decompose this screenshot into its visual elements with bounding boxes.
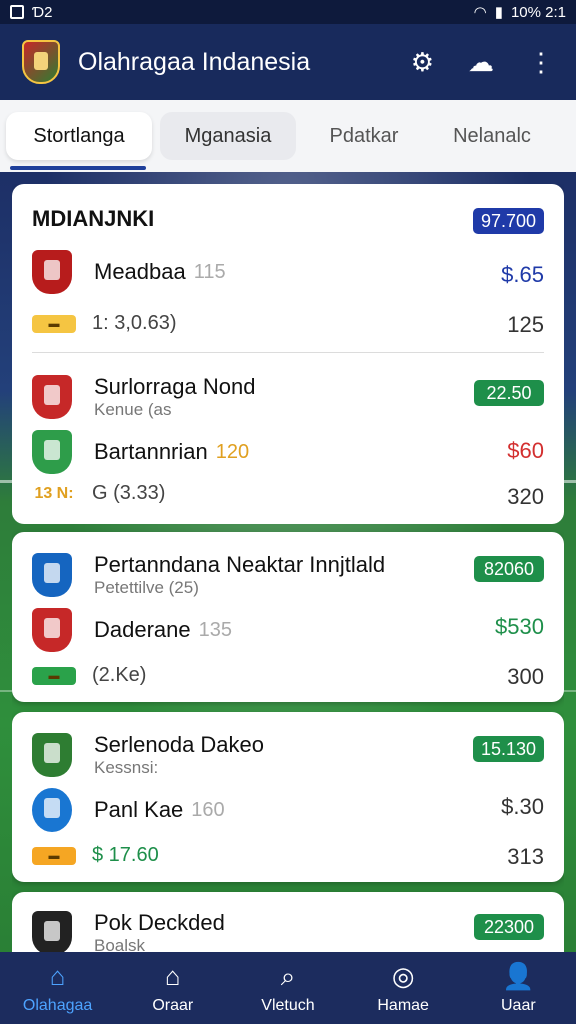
- tab-pdatkar[interactable]: Pdatkar: [304, 112, 424, 160]
- meta-value: 300: [507, 664, 544, 689]
- app-logo: [22, 40, 60, 84]
- team-name: Surlorraga Nond: [94, 374, 256, 399]
- match-minute: 160: [191, 798, 225, 821]
- team-crest-icon: [32, 788, 72, 832]
- team-name: Pertanndana Neaktar Innjtlald: [94, 552, 386, 577]
- search-icon: ⌕: [280, 961, 296, 991]
- battery-icon: ▮: [494, 4, 503, 21]
- odds-badge: 15.130: [472, 736, 544, 762]
- odds-badge: 22.50: [474, 380, 544, 406]
- match-minute: 120: [215, 440, 250, 463]
- team-crest-icon: [32, 911, 72, 954]
- more-icon[interactable]: ⋮: [528, 49, 554, 75]
- nav-olahagaa[interactable]: ⌂ Olahagaa: [8, 961, 108, 1015]
- match-card[interactable]: Pok Deckded Boalsk 22300: [12, 892, 564, 954]
- match-card[interactable]: Pertanndana Neaktar Innjtlald Petettilve…: [12, 532, 564, 702]
- match-minute: 135: [198, 618, 233, 641]
- app-bar: Olahragaa Indanesia ⚙ ☁ ⋮: [0, 24, 576, 100]
- match-meta: G (3.33): [92, 482, 166, 504]
- team-name: Meadbaa: [94, 259, 186, 284]
- nav-label: Vletuch: [261, 997, 315, 1014]
- notification-icon: [10, 5, 24, 19]
- match-meta: (2.Ke): [92, 664, 147, 686]
- nav-label: Oraar: [152, 997, 194, 1014]
- meta-value: 320: [507, 484, 544, 509]
- status-bar: Ɗ2 ◠ ▮ 10% 2:1: [0, 0, 576, 24]
- match-minute: 115: [193, 260, 226, 283]
- team-subtitle: Petettilve (25): [94, 578, 199, 597]
- nav-oraar[interactable]: ⌂ Oraar: [123, 961, 223, 1015]
- nav-label: Olahagaa: [22, 997, 93, 1014]
- team-name: Panl Kae: [94, 797, 184, 822]
- target-icon: ◎: [391, 961, 415, 991]
- odds-value: $.65: [501, 262, 544, 287]
- team-name: Bartannrian: [94, 439, 208, 464]
- match-list: MDIANJNKI 97.700 Meadbaa 115 $.65 ▬ 1: 3…: [12, 184, 564, 954]
- wifi-icon: ◠: [473, 4, 487, 21]
- odds-value: $60: [507, 438, 544, 463]
- league-tag: 13 N:: [34, 484, 74, 502]
- match-card[interactable]: Serlenoda Dakeo Kessnsi: 15.130 Panl Kae…: [12, 712, 564, 882]
- divider: [32, 352, 544, 353]
- home-icon: ⌂: [49, 961, 66, 991]
- active-tab-indicator: [10, 166, 146, 170]
- team-name: Daderane: [94, 617, 191, 642]
- cloud-upload-icon[interactable]: ☁: [468, 49, 494, 75]
- team-crest-icon: [32, 733, 72, 777]
- nav-hamae[interactable]: ◎ Hamae: [353, 961, 453, 1015]
- odds-badge: 97.700: [472, 208, 544, 234]
- match-meta: 1: 3,0.63): [92, 312, 177, 334]
- team-crest-icon: [32, 430, 72, 474]
- team-name: Serlenoda Dakeo: [94, 732, 265, 757]
- team-crest-icon: [32, 250, 72, 294]
- league-tag: ▬: [32, 314, 76, 333]
- league-title: MDIANJNKI: [32, 206, 155, 231]
- odds-badge: 22300: [474, 914, 544, 940]
- status-left-text: Ɗ2: [32, 3, 53, 21]
- odds-value: $530: [495, 614, 544, 639]
- nav-uaar[interactable]: 👤 Uaar: [468, 961, 568, 1015]
- team-crest-icon: [32, 608, 72, 652]
- team-crest-icon: [32, 375, 72, 419]
- team-name: Pok Deckded: [94, 910, 225, 935]
- tab-bar: Stortlanga Mganasia Pdatkar Nelanalc: [0, 100, 576, 172]
- tab-stortlanga[interactable]: Stortlanga: [6, 112, 152, 160]
- status-right-text: 10% 2:1: [510, 3, 566, 21]
- house-icon: ⌂: [164, 961, 181, 991]
- match-card[interactable]: Surlorraga Nond Kenue (as 22.50 Bartannr…: [12, 354, 564, 524]
- match-meta: $ 17.60: [92, 844, 159, 866]
- odds-badge: 82060: [474, 556, 544, 582]
- team-crest-icon: [32, 553, 72, 597]
- team-subtitle: Kenue (as: [94, 400, 172, 419]
- app-title: Olahragaa Indanesia: [78, 47, 311, 76]
- league-tag: ▬: [32, 846, 76, 865]
- odds-value: $.30: [501, 794, 544, 819]
- team-subtitle: Kessnsi:: [94, 758, 159, 777]
- meta-value: 125: [507, 312, 544, 337]
- nav-label: Uaar: [501, 997, 536, 1014]
- user-icon: 👤: [502, 961, 535, 991]
- bottom-navigation: ⌂ Olahagaa ⌂ Oraar ⌕ Vletuch ◎ Hamae 👤 U…: [0, 952, 576, 1024]
- league-tag: ▬: [32, 666, 76, 685]
- nav-label: Hamae: [377, 997, 429, 1014]
- tab-mganasia[interactable]: Mganasia: [160, 112, 296, 160]
- settings-icon[interactable]: ⚙: [411, 49, 434, 75]
- meta-value: 313: [507, 844, 544, 869]
- tab-nelanalc[interactable]: Nelanalc: [432, 112, 552, 160]
- nav-vletuch[interactable]: ⌕ Vletuch: [238, 961, 338, 1015]
